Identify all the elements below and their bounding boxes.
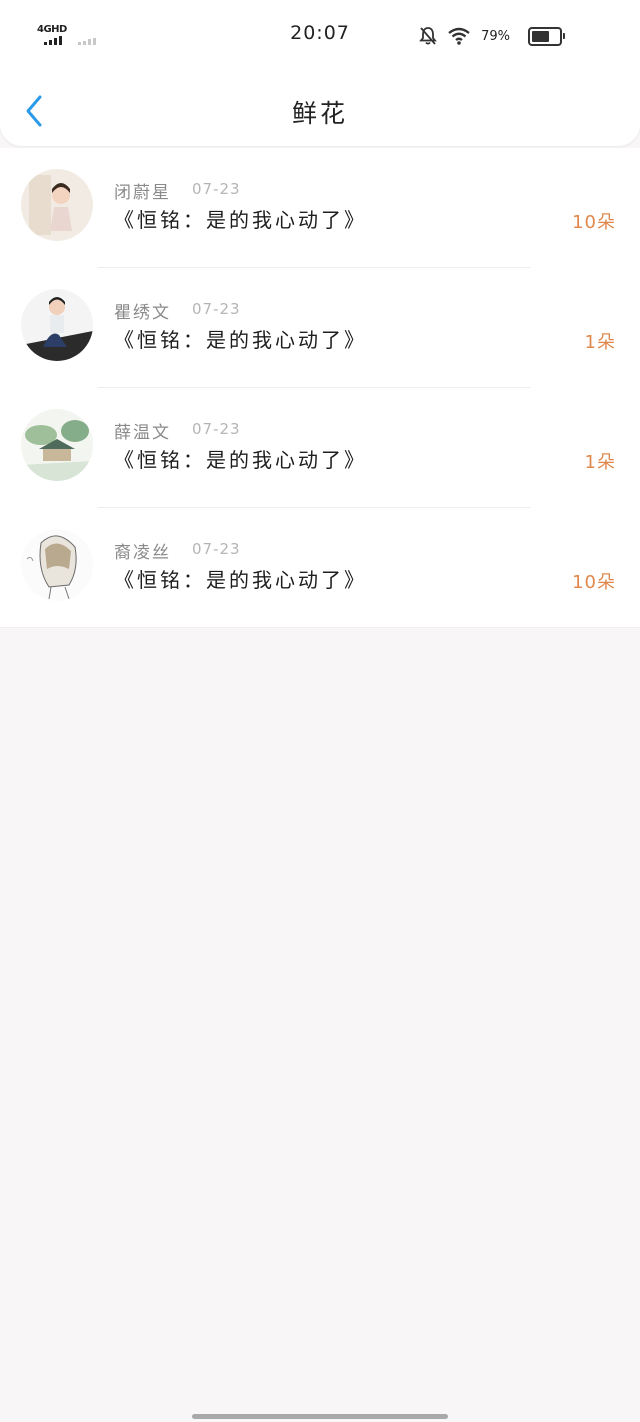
battery-icon	[528, 27, 565, 46]
sent-date: 07-23	[192, 540, 241, 558]
flower-count: 1朵	[584, 332, 616, 353]
battery-fill	[532, 31, 549, 42]
avatar[interactable]	[21, 289, 93, 361]
home-indicator[interactable]	[192, 1414, 448, 1419]
message-text: 《恒铭：是的我心动了》	[114, 568, 367, 592]
flower-count: 10朵	[572, 572, 616, 593]
message-text: 《恒铭：是的我心动了》	[114, 208, 367, 232]
list-item[interactable]: 薛温文 07-23 《恒铭：是的我心动了》 1朵	[0, 388, 640, 508]
list-item[interactable]: 裔凌丝 07-23 《恒铭：是的我心动了》 10朵	[0, 508, 640, 628]
wifi-icon	[448, 27, 470, 45]
divider	[0, 627, 640, 628]
sent-date: 07-23	[192, 300, 241, 318]
top-bar: 4GHD 20:07 79% 鲜花	[0, 0, 640, 146]
bell-off-icon	[419, 27, 437, 45]
avatar[interactable]	[21, 529, 93, 601]
sent-date: 07-23	[192, 420, 241, 438]
avatar[interactable]	[21, 409, 93, 481]
sent-date: 07-23	[192, 180, 241, 198]
list-item[interactable]: 瞿绣文 07-23 《恒铭：是的我心动了》 1朵	[0, 268, 640, 388]
sender-name: 瞿绣文	[114, 303, 171, 323]
avatar[interactable]	[21, 169, 93, 241]
battery-percentage: 79%	[481, 28, 510, 44]
page-title: 鲜花	[291, 99, 348, 128]
sender-name: 薛温文	[114, 423, 171, 443]
status-bar: 4GHD 20:07 79%	[0, 0, 640, 70]
list-item[interactable]: 闭蔚星 07-23 《恒铭：是的我心动了》 10朵	[0, 148, 640, 268]
flower-list: 闭蔚星 07-23 《恒铭：是的我心动了》 10朵 瞿绣文 07-23 《恒铭：…	[0, 148, 640, 628]
sender-name: 裔凌丝	[114, 543, 171, 563]
message-text: 《恒铭：是的我心动了》	[114, 448, 367, 472]
sender-name: 闭蔚星	[114, 183, 171, 203]
message-text: 《恒铭：是的我心动了》	[114, 328, 367, 352]
flower-count: 10朵	[572, 212, 616, 233]
flower-count: 1朵	[584, 452, 616, 473]
